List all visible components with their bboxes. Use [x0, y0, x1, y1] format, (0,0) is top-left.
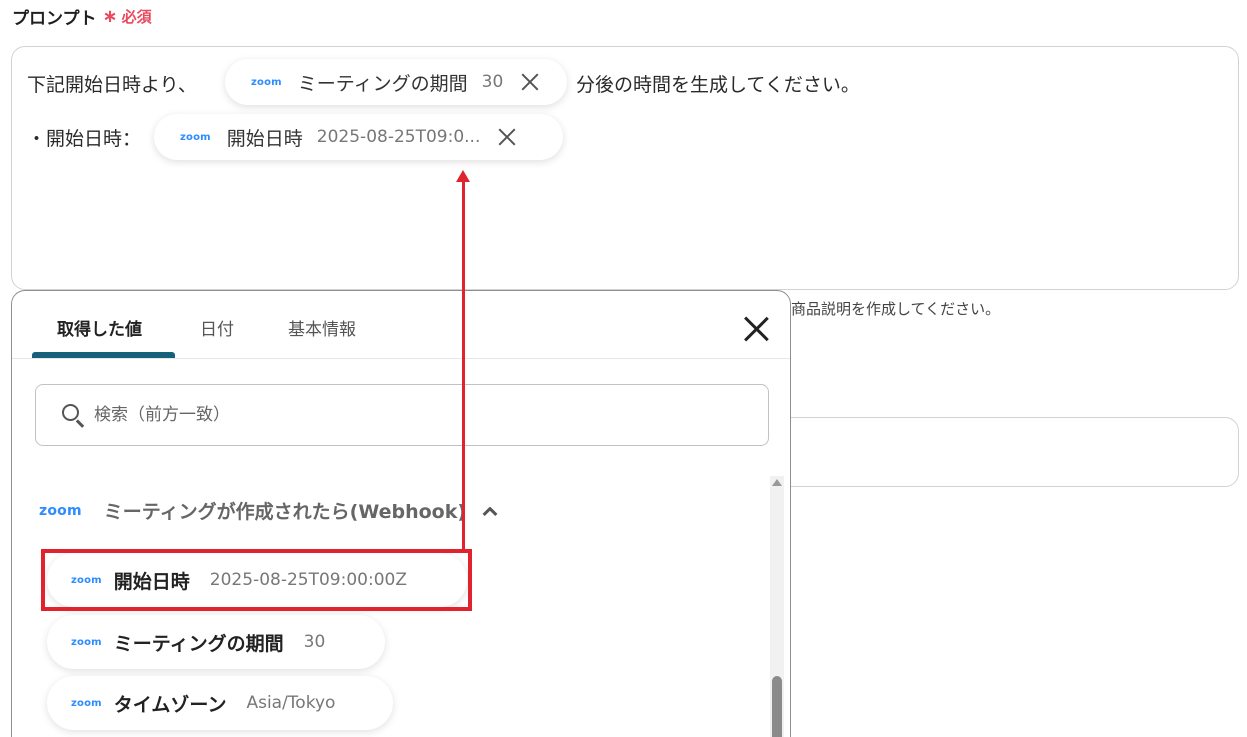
annotation-arrow-head-icon	[456, 170, 470, 182]
prompt-text-line1-before: 下記開始日時より、	[27, 74, 197, 96]
variable-chip-meeting-duration[interactable]: zoom ミーティングの期間 30	[225, 59, 567, 105]
annotation-highlight-box	[41, 549, 472, 611]
prompt-field-label: プロンプト ∗ 必須	[12, 4, 152, 29]
required-star-icon: ∗	[102, 6, 118, 27]
variable-value: Asia/Tokyo	[246, 693, 336, 713]
scrollbar[interactable]	[770, 476, 784, 737]
zoom-logo: zoom	[71, 636, 102, 648]
close-icon[interactable]	[743, 316, 769, 342]
variable-item-timezone[interactable]: zoom タイムゾーン Asia/Tokyo	[47, 676, 393, 730]
group-title: ミーティングが作成されたら(Webhook)	[103, 501, 467, 523]
variable-chip-start-datetime[interactable]: zoom 開始日時 2025-08-25T09:0...	[154, 114, 563, 160]
search-input[interactable]	[94, 405, 694, 425]
active-tab-indicator	[32, 352, 175, 358]
zoom-logo: zoom	[39, 502, 82, 519]
zoom-logo: zoom	[251, 76, 282, 88]
tab-bar: 取得した値 日付 基本情報	[12, 291, 790, 359]
secondary-input-field[interactable]	[760, 417, 1239, 487]
tab-basic-info[interactable]: 基本情報	[288, 315, 356, 340]
annotation-arrow-line	[462, 178, 465, 549]
chevron-up-icon[interactable]	[482, 504, 496, 518]
chip-label: ミーティングの期間	[297, 72, 468, 95]
close-icon[interactable]	[496, 126, 518, 148]
variable-label: ミーティングの期間	[113, 632, 284, 655]
prompt-text-line2-prefix: ・開始日時：	[27, 128, 142, 150]
chip-value: 30	[481, 72, 504, 92]
scroll-thumb[interactable]	[772, 676, 782, 737]
chip-value: 2025-08-25T09:0...	[316, 127, 481, 147]
close-icon[interactable]	[519, 71, 541, 93]
variable-value: 30	[303, 632, 326, 652]
tab-date[interactable]: 日付	[200, 315, 234, 340]
required-badge: 必須	[121, 8, 152, 26]
tab-fetched-values[interactable]: 取得した値	[57, 315, 142, 340]
zoom-logo: zoom	[180, 131, 211, 143]
group-header-zoom-meeting-created[interactable]: zoom ミーティングが作成されたら(Webhook)	[39, 497, 496, 524]
chip-label: 開始日時	[226, 127, 303, 150]
variable-picker-panel: 取得した値 日付 基本情報 zoom ミーティングが作成されたら(Webhook…	[11, 290, 791, 737]
scroll-up-arrow-icon[interactable]	[772, 479, 782, 486]
prompt-text-line1-after: 分後の時間を生成してください。	[576, 74, 860, 96]
search-field[interactable]	[35, 384, 769, 446]
variable-label: タイムゾーン	[113, 693, 227, 716]
hint-text: 商品説明を作成してください。	[791, 300, 1001, 318]
field-label-text: プロンプト	[12, 9, 97, 29]
variable-item-meeting-duration[interactable]: zoom ミーティングの期間 30	[47, 615, 385, 669]
search-icon	[62, 404, 85, 428]
zoom-logo: zoom	[71, 697, 102, 709]
